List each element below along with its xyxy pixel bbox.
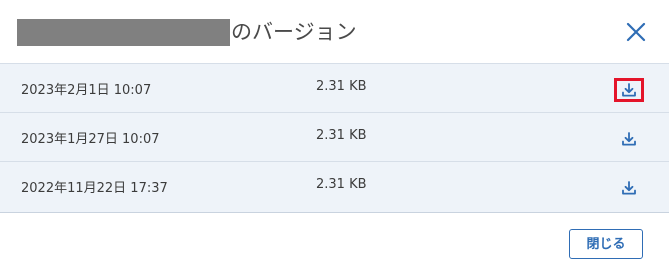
version-size: 2.31 KB (316, 177, 367, 192)
download-button[interactable] (614, 78, 644, 102)
download-icon (622, 83, 636, 97)
version-row: 2023年2月1日 10:07 2.31 KB (0, 64, 669, 113)
version-row: 2023年1月27日 10:07 2.31 KB (0, 113, 669, 162)
version-date: 2023年1月27日 10:07 (21, 132, 160, 147)
download-button[interactable] (614, 127, 644, 151)
download-icon (622, 132, 636, 146)
version-date: 2022年11月22日 17:37 (21, 181, 168, 196)
dialog-footer: 閉じる (0, 213, 669, 277)
version-size: 2.31 KB (316, 128, 367, 143)
dialog-header: のバージョン (0, 0, 669, 64)
redacted-file-name (17, 19, 230, 46)
close-button[interactable] (622, 18, 650, 46)
versions-dialog: のバージョン 2023年2月1日 10:07 2.31 KB 2023年1月27… (0, 0, 669, 277)
version-row: 2022年11月22日 17:37 2.31 KB (0, 162, 669, 212)
version-list: 2023年2月1日 10:07 2.31 KB 2023年1月27日 10:07… (0, 63, 669, 213)
close-icon (626, 22, 646, 42)
download-icon (622, 181, 636, 195)
dialog-title: のバージョン (231, 20, 357, 44)
version-size: 2.31 KB (316, 79, 367, 94)
close-dialog-button[interactable]: 閉じる (569, 229, 643, 259)
download-button[interactable] (614, 176, 644, 200)
version-date: 2023年2月1日 10:07 (21, 83, 152, 98)
